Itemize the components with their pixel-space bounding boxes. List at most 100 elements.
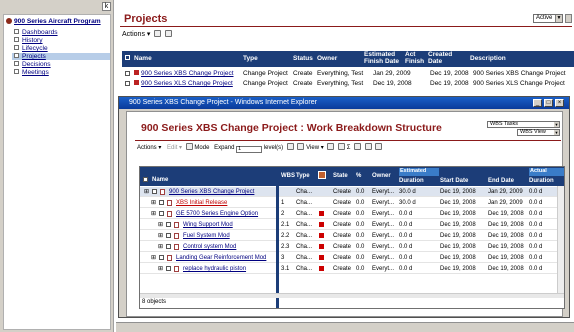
col-end-date[interactable]: End Date — [488, 178, 514, 184]
col-description[interactable]: Description — [470, 55, 506, 62]
row-checkbox[interactable] — [159, 200, 164, 205]
collapse-corner-button[interactable]: k — [102, 2, 111, 11]
nav-item-history[interactable]: History — [14, 37, 43, 44]
task-name-link[interactable]: replace hydraulic piston — [183, 266, 246, 272]
expand-toggle-icon[interactable]: ⊞ — [151, 199, 156, 206]
task-start: Dec 19, 2008 — [440, 222, 476, 228]
nav-item-meetings[interactable]: Meetings — [14, 69, 49, 76]
expand-toggle-icon[interactable]: ⊞ — [151, 210, 156, 217]
task-state: Create — [333, 222, 352, 228]
expand-toggle-icon[interactable]: ⊞ — [144, 188, 149, 195]
horizontal-scrollbar[interactable] — [140, 293, 564, 298]
refresh-icon[interactable] — [165, 30, 173, 37]
row-checkbox[interactable] — [125, 81, 130, 86]
expand-toggle-icon[interactable]: ⊞ — [158, 265, 163, 272]
row-checkbox[interactable] — [166, 222, 171, 227]
row-checkbox[interactable] — [166, 266, 171, 271]
wbs-tasks-select[interactable]: WBS Tasks ▼ — [487, 121, 560, 128]
col-actual-duration[interactable]: Duration — [529, 178, 554, 184]
table-row[interactable]: ⊞ Control system Mod 2.3 Cha... Create 0.0 Eve… — [140, 242, 564, 252]
col-type[interactable]: Type — [296, 173, 310, 179]
project-name-link[interactable]: 900 Series XBS Change Project — [141, 70, 234, 77]
window-title-bar[interactable]: 900 Series XBS Change Project - Windows … — [119, 97, 569, 109]
row-checkbox[interactable] — [152, 189, 157, 194]
task-name-link[interactable]: 900 Series XBS Change Project — [169, 189, 254, 195]
filter-icon[interactable] — [338, 143, 346, 150]
task-duration: 0.0 d — [399, 244, 413, 250]
table-row[interactable]: ⊞ GE 5700 Series Engine Option 2 Cha... Crea… — [140, 209, 564, 219]
col-state[interactable]: State — [333, 173, 348, 179]
expand-toggle-icon[interactable]: ⊞ — [158, 221, 163, 228]
task-name-link[interactable]: Landing Gear Reinforcement Mod — [176, 255, 266, 261]
task-name-link[interactable]: GE 5700 Series Engine Option — [176, 211, 258, 217]
col-name[interactable]: Name — [134, 55, 152, 62]
col-type[interactable]: Type — [243, 55, 258, 62]
scrollbar[interactable] — [565, 14, 572, 23]
wbs-edit-menu[interactable]: Edit ▾ — [167, 145, 182, 151]
col-wbs[interactable]: WBS — [281, 173, 295, 179]
vertical-scrollbar[interactable] — [557, 186, 564, 293]
export-icon[interactable] — [327, 143, 335, 150]
select-all-checkbox[interactable] — [125, 55, 130, 60]
minimize-button[interactable]: _ — [533, 99, 542, 107]
row-checkbox[interactable] — [166, 244, 171, 249]
print-icon[interactable] — [364, 143, 372, 150]
nav-item-projects[interactable]: Projects — [12, 53, 110, 60]
task-name-link[interactable]: Control system Mod — [183, 244, 236, 250]
col-name[interactable]: Name — [152, 177, 168, 183]
wbs-view-select[interactable]: WBS View ▼ — [517, 129, 560, 136]
expand-icon[interactable] — [286, 143, 294, 150]
task-actual-duration: 0.0 d — [529, 244, 543, 250]
table-row[interactable]: ⊞ Landing Gear Reinforcement Mod 3 Cha... Cr… — [140, 253, 564, 263]
columns-icon[interactable] — [297, 143, 305, 150]
expand-toggle-icon[interactable]: ⊞ — [158, 232, 163, 239]
expand-level-select[interactable]: 1 — [236, 146, 263, 153]
col-start-date[interactable]: Start Date — [440, 178, 468, 184]
table-row[interactable]: ⊞ XBS Initial Release 1 Cha... Create 0.0 Ever… — [140, 198, 564, 208]
bottom-scrollbar[interactable] — [116, 322, 574, 332]
expand-toggle-icon[interactable]: ⊞ — [151, 254, 156, 261]
col-status[interactable]: Status — [293, 55, 313, 62]
table-row[interactable]: 900 Series XBS Change Project Change Proj… — [122, 69, 574, 78]
actions-menu-button[interactable]: Actions ▾ — [122, 31, 150, 38]
table-row[interactable]: ⊞ Fuel System Mod 2.2 Cha... Create 0.0 Everyt… — [140, 231, 564, 241]
task-name-link[interactable]: Wing Support Mod — [183, 222, 233, 228]
table-row[interactable]: 900 Series XLS Change Project Change Proj… — [122, 79, 574, 88]
wbs-actions-menu[interactable]: Actions ▾ — [137, 145, 161, 151]
row-checkbox[interactable] — [125, 71, 130, 76]
col-est-finish[interactable]: Estimated Finish Date — [364, 51, 402, 65]
table-row[interactable]: ⊞ Wing Support Mod 2.1 Cha... Create 0.0 Every… — [140, 220, 564, 230]
row-checkbox[interactable] — [159, 211, 164, 216]
maximize-button[interactable]: □ — [544, 99, 553, 107]
nav-item-dashboards[interactable]: Dashboards — [14, 29, 58, 36]
nav-item-lifecycle[interactable]: Lifecycle — [14, 45, 48, 52]
close-button[interactable]: × — [555, 99, 564, 107]
status-filter-select[interactable]: Active ▼ — [533, 14, 563, 23]
col-created[interactable]: Created Date — [428, 51, 458, 65]
nav-item-decisions[interactable]: Decisions — [14, 61, 51, 68]
col-duration[interactable]: Duration — [399, 178, 424, 184]
sum-button[interactable]: Σ — [347, 145, 351, 151]
grid-splitter[interactable] — [276, 167, 279, 308]
col-act-finish[interactable]: Act Finish — [405, 51, 427, 65]
wbs-mode-button[interactable]: Mode — [194, 145, 209, 151]
view-menu[interactable]: View ▾ — [306, 145, 324, 151]
project-type: Change Project — [243, 70, 288, 77]
project-name-link[interactable]: 900 Series XLS Change Project — [141, 80, 233, 87]
col-percent[interactable]: % — [356, 173, 361, 179]
row-checkbox[interactable] — [166, 233, 171, 238]
program-root-link[interactable]: 900 Series Aircraft Program — [6, 18, 101, 25]
help-icon[interactable] — [375, 143, 383, 150]
col-owner[interactable]: Owner — [317, 55, 337, 62]
table-row[interactable]: ⊞ replace hydraulic piston 3.1 Cha... Create… — [140, 264, 564, 274]
expand-toggle-icon[interactable]: ⊞ — [158, 243, 163, 250]
task-name-link[interactable]: XBS Initial Release — [176, 200, 227, 206]
table-row[interactable]: ⊞ 900 Series XBS Change Project Cha... Crea… — [140, 187, 564, 197]
task-state: Create — [333, 189, 352, 195]
col-owner[interactable]: Owner — [372, 173, 391, 179]
select-all-checkbox[interactable] — [143, 177, 148, 182]
lock-icon[interactable] — [154, 30, 162, 37]
row-checkbox[interactable] — [159, 255, 164, 260]
task-name-link[interactable]: Fuel System Mod — [183, 233, 230, 239]
lock-icon[interactable] — [354, 143, 362, 150]
